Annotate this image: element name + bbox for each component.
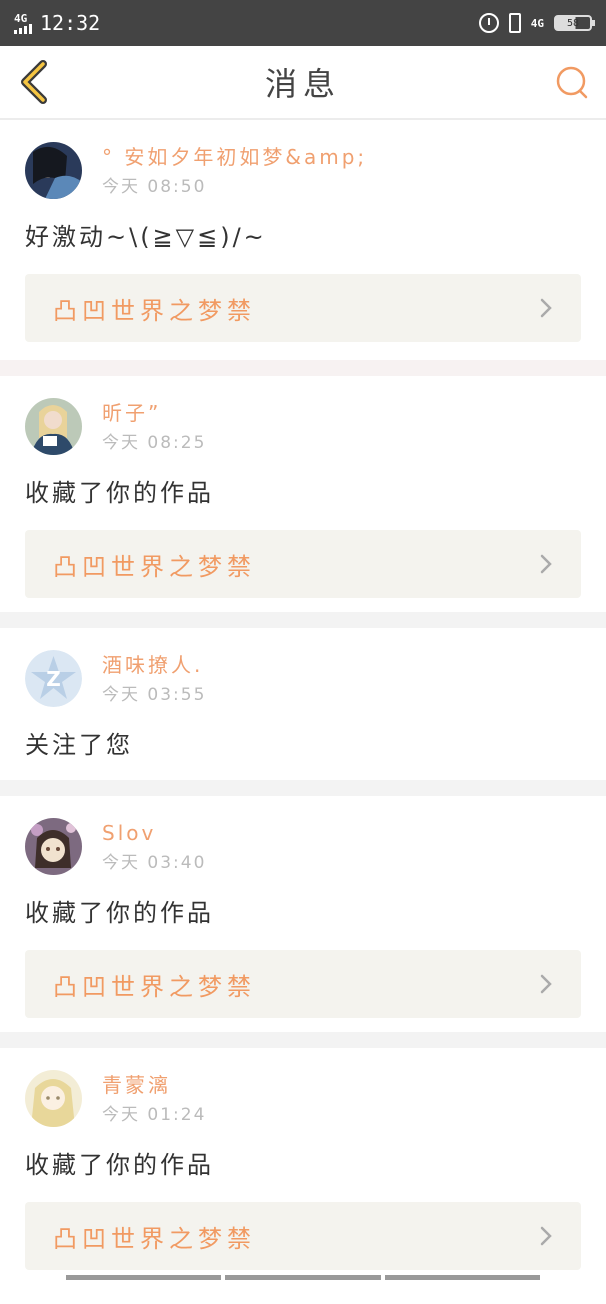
username[interactable]: ° 安如夕年初如梦&amp; (102, 144, 367, 170)
timestamp: 今天 08:25 (102, 433, 207, 453)
username[interactable]: 青蒙漓 (102, 1072, 206, 1098)
message-item[interactable]: 青蒙漓 今天 01:24 收藏了你的作品 凸凹世界之梦禁 (0, 1048, 606, 1304)
status-bar: 4G 12:32 4G 58 (0, 0, 606, 46)
battery-icon: 58 (554, 15, 595, 31)
search-icon (556, 66, 588, 99)
page-title: 消息 (264, 65, 341, 103)
alarm-icon (478, 13, 499, 33)
app-header: 消息 (0, 46, 606, 120)
timestamp: 今天 03:55 (102, 685, 207, 705)
network-type: 4G (14, 11, 28, 25)
username[interactable]: 昕子” (102, 400, 206, 426)
message-text: 收藏了你的作品 (25, 1151, 214, 1179)
message-item[interactable]: 昕子” 今天 08:25 收藏了你的作品 凸凹世界之梦禁 (0, 376, 606, 612)
timestamp: 今天 01:24 (102, 1105, 207, 1125)
avatar[interactable]: Z (25, 650, 82, 707)
vibrate-icon (508, 13, 521, 33)
message-item[interactable]: Slov 今天 03:40 收藏了你的作品 凸凹世界之梦禁 (0, 796, 606, 1032)
work-title: 凸凹世界之梦禁 (53, 972, 256, 1001)
timestamp: 今天 03:40 (102, 853, 207, 873)
avatar[interactable] (25, 398, 82, 455)
avatar[interactable] (25, 818, 82, 875)
username[interactable]: Slov (102, 820, 206, 846)
chevron-right-icon (540, 974, 552, 994)
work-title: 凸凹世界之梦禁 (53, 1224, 256, 1253)
message-item[interactable]: ° 安如夕年初如梦&amp; 今天 08:50 好激动~\(≧▽≦)/~ 凸凹世… (0, 120, 606, 360)
avatar[interactable] (25, 142, 82, 199)
divider (0, 612, 606, 628)
signal-icon: 4G (14, 13, 32, 34)
status-time: 12:32 (40, 11, 101, 35)
svg-text:Z: Z (46, 667, 61, 691)
work-link[interactable]: 凸凹世界之梦禁 (25, 274, 581, 342)
username[interactable]: 酒味撩人. (102, 652, 206, 678)
divider (0, 360, 606, 376)
work-link[interactable]: 凸凹世界之梦禁 (25, 1202, 581, 1270)
message-item[interactable]: Z 酒味撩人. 今天 03:55 关注了您 (0, 628, 606, 780)
work-link[interactable]: 凸凹世界之梦禁 (25, 530, 581, 598)
chevron-right-icon (540, 1226, 552, 1246)
network-type-2: 4G (530, 16, 544, 30)
back-button[interactable] (14, 60, 54, 104)
back-arrow-icon (21, 60, 47, 104)
battery-level: 58 (566, 17, 580, 29)
chevron-right-icon (540, 554, 552, 574)
work-title: 凸凹世界之梦禁 (53, 296, 256, 325)
work-link[interactable]: 凸凹世界之梦禁 (25, 950, 581, 1018)
message-text: 好激动~\(≧▽≦)/~ (25, 223, 267, 251)
scroll-indicator (66, 1275, 540, 1280)
divider (0, 780, 606, 796)
timestamp: 今天 08:50 (102, 177, 207, 197)
message-text: 收藏了你的作品 (25, 899, 214, 927)
message-text: 收藏了你的作品 (25, 479, 214, 507)
search-button[interactable] (552, 62, 592, 102)
chevron-right-icon (540, 298, 552, 318)
message-text: 关注了您 (25, 731, 133, 759)
divider (0, 1032, 606, 1048)
avatar[interactable] (25, 1070, 82, 1127)
work-title: 凸凹世界之梦禁 (53, 552, 256, 581)
